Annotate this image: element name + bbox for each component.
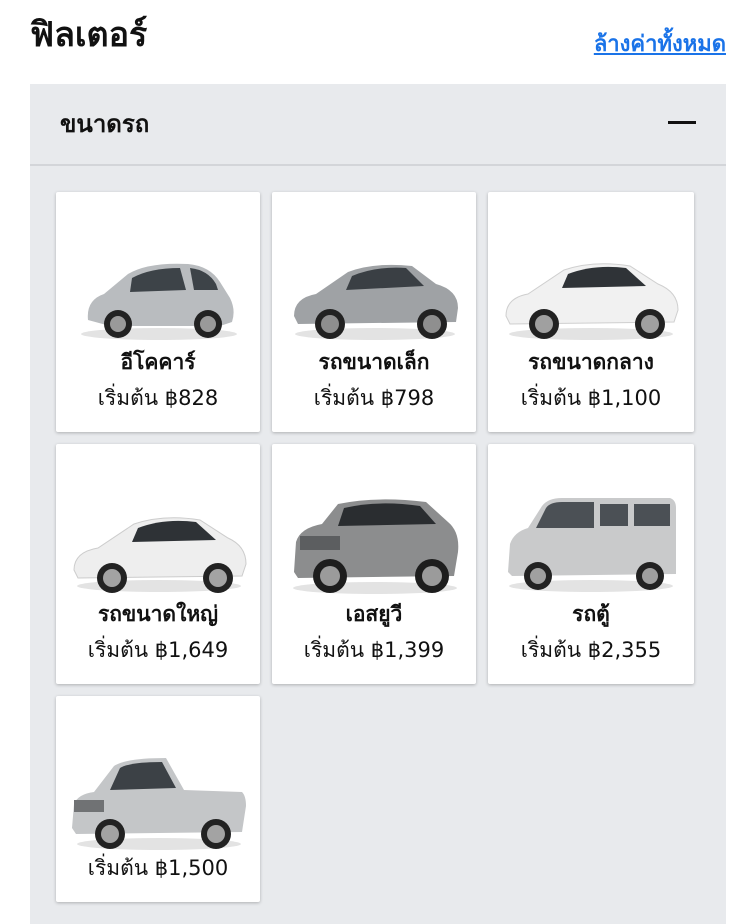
car-price: เริ่มต้น ฿1,399	[303, 638, 445, 662]
van-car-icon	[508, 498, 676, 592]
car-price: เริ่มต้น ฿828	[97, 386, 219, 410]
car-size-section-header[interactable]: ขนาดรถ	[30, 84, 726, 166]
page-title: ฟิลเตอร์	[30, 15, 148, 55]
car-size-label: รถขนาดใหญ่	[97, 602, 219, 626]
car-price: เริ่มต้น ฿798	[313, 386, 435, 410]
section-title: ขนาดรถ	[60, 110, 150, 138]
car-size-label: อีโคคาร์	[120, 350, 196, 374]
car-card-eco[interactable]: อีโคคาร์ เริ่มต้น ฿828	[56, 192, 260, 432]
header: ฟิลเตอร์ ล้างค่าทั้งหมด	[0, 0, 746, 84]
car-card-van[interactable]: รถตู้ เริ่มต้น ฿2,355	[488, 444, 694, 684]
car-size-label: รถขนาดกลาง	[528, 350, 654, 374]
sedan-car-icon	[294, 264, 458, 340]
sedan-car-icon	[505, 263, 679, 340]
pickup-truck-icon	[72, 758, 246, 850]
car-size-label: รถขนาดเล็ก	[318, 350, 430, 374]
car-size-filter-panel: ขนาดรถ อีโคคาร์ เริ่มต้น ฿828 รถขนาดเล็ก…	[30, 84, 726, 924]
car-card-small[interactable]: รถขนาดเล็ก เริ่มต้น ฿798	[272, 192, 476, 432]
car-card-suv[interactable]: เอสยูวี เริ่มต้น ฿1,399	[272, 444, 476, 684]
car-price: เริ่มต้น ฿1,100	[520, 386, 662, 410]
car-card-medium[interactable]: รถขนาดกลาง เริ่มต้น ฿1,100	[488, 192, 694, 432]
car-price: เริ่มต้น ฿1,500	[87, 856, 229, 880]
car-card-large[interactable]: รถขนาดใหญ่ เริ่มต้น ฿1,649	[56, 444, 260, 684]
hatchback-car-icon	[81, 263, 237, 340]
minus-icon[interactable]	[668, 121, 696, 124]
car-size-label: เอสยูวี	[345, 602, 403, 626]
car-card-pickup[interactable]: เริ่มต้น ฿1,500	[56, 696, 260, 902]
car-price: เริ่มต้น ฿2,355	[520, 638, 662, 662]
sedan-car-icon	[73, 517, 247, 593]
clear-all-link[interactable]: ล้างค่าทั้งหมด	[594, 28, 726, 62]
suv-car-icon	[293, 499, 459, 594]
car-size-label: รถตู้	[572, 602, 610, 626]
car-price: เริ่มต้น ฿1,649	[87, 638, 229, 662]
